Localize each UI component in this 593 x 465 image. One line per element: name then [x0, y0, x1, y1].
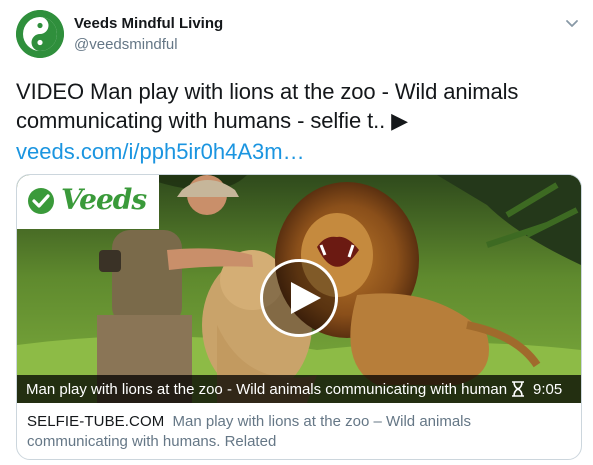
chevron-down-icon[interactable]: [563, 14, 581, 32]
video-duration: 9:05: [533, 381, 563, 398]
display-name[interactable]: Veeds Mindful Living: [74, 15, 223, 32]
check-circle-icon: [28, 188, 54, 214]
video-thumbnail[interactable]: Veeds Man play with lions at the zoo - W…: [17, 175, 581, 403]
link-card[interactable]: Veeds Man play with lions at the zoo - W…: [16, 174, 582, 460]
tweet-header: Veeds Mindful Living @veedsmindful: [16, 10, 581, 60]
video-caption-bar: Man play with lions at the zoo - Wild an…: [17, 375, 581, 403]
yin-yang-icon: [16, 10, 64, 58]
video-title: Man play with lions at the zoo - Wild an…: [26, 381, 508, 398]
card-domain: SELFIE-TUBE.COM: [27, 413, 165, 430]
user-handle[interactable]: @veedsmindful: [74, 36, 178, 53]
play-button[interactable]: [260, 259, 338, 337]
veeds-logo: Veeds: [17, 175, 159, 229]
play-icon: [291, 282, 321, 314]
card-meta[interactable]: SELFIE-TUBE.COM Man play with lions at t…: [27, 412, 572, 452]
hourglass-icon: [512, 381, 524, 397]
tweet-link[interactable]: veeds.com/i/pph5ir0h4A3m…: [16, 137, 305, 166]
avatar[interactable]: [16, 10, 64, 58]
logo-wordmark: Veeds: [61, 183, 147, 216]
tweet-text: VIDEO Man play with lions at the zoo - W…: [16, 79, 519, 133]
